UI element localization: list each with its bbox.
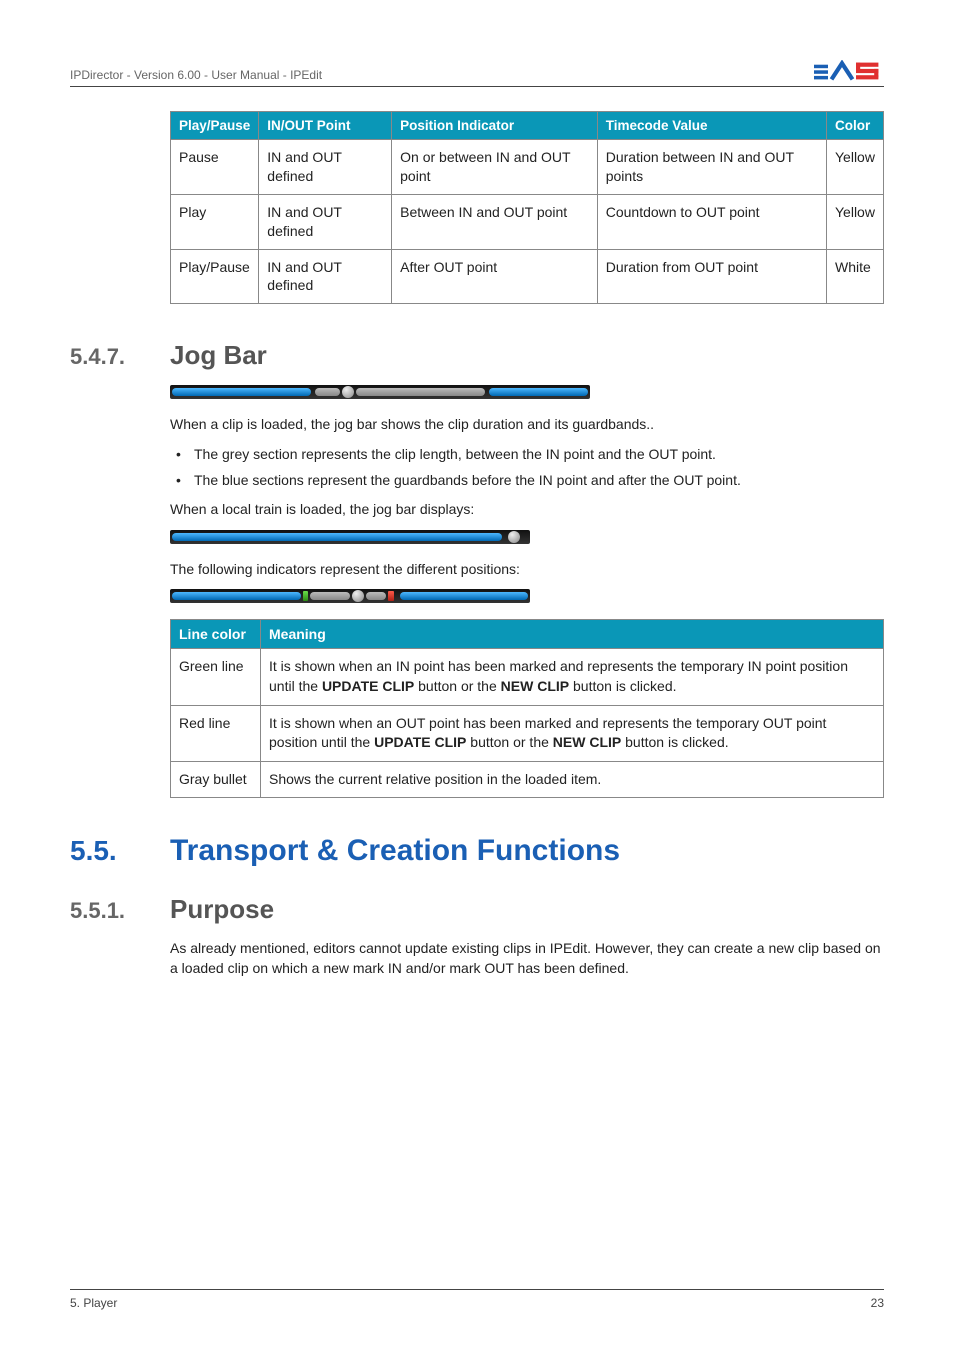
section-number: 5.4.7. xyxy=(70,344,170,370)
section-547-heading: 5.4.7. Jog Bar xyxy=(70,340,884,371)
footer-left: 5. Player xyxy=(70,1296,117,1310)
header-text: IPDirector - Version 6.00 - User Manual … xyxy=(70,68,322,82)
table-row: Play/Pause IN and OUT defined After OUT … xyxy=(171,249,884,304)
th: Color xyxy=(827,112,884,140)
table-row: Red line It is shown when an OUT point h… xyxy=(171,705,884,761)
table-row: Play IN and OUT defined Between IN and O… xyxy=(171,194,884,249)
jogbar-indicators-figure xyxy=(170,589,530,603)
linecolor-table: Line color Meaning Green line It is show… xyxy=(170,619,884,798)
section-55-heading: 5.5. Transport & Creation Functions xyxy=(70,834,884,868)
green-mark-icon xyxy=(303,591,309,601)
table-row: Gray bullet Shows the current relative p… xyxy=(171,761,884,798)
bullet-list: The grey section represents the clip len… xyxy=(170,445,884,490)
section-number: 5.5. xyxy=(70,835,170,867)
paragraph: When a local train is loaded, the jog ba… xyxy=(170,500,884,520)
paragraph: As already mentioned, editors cannot upd… xyxy=(170,939,884,978)
th: Line color xyxy=(171,620,261,649)
table-row: Green line It is shown when an IN point … xyxy=(171,649,884,705)
list-item: The grey section represents the clip len… xyxy=(170,445,884,465)
page-footer: 5. Player 23 xyxy=(70,1289,884,1310)
th: Play/Pause xyxy=(171,112,259,140)
th: IN/OUT Point xyxy=(259,112,392,140)
section-551-heading: 5.5.1. Purpose xyxy=(70,894,884,925)
paragraph: The following indicators represent the d… xyxy=(170,560,884,580)
section-number: 5.5.1. xyxy=(70,898,170,924)
th: Meaning xyxy=(261,620,884,649)
page-header: IPDirector - Version 6.00 - User Manual … xyxy=(70,60,884,87)
evs-logo xyxy=(814,60,884,82)
section-title: Transport & Creation Functions xyxy=(170,834,620,868)
jogbar-train-figure xyxy=(170,530,530,544)
th: Position Indicator xyxy=(392,112,598,140)
section-title: Jog Bar xyxy=(170,340,267,371)
table-row: Pause IN and OUT defined On or between I… xyxy=(171,140,884,195)
jogbar-clip-figure xyxy=(170,385,590,399)
list-item: The blue sections represent the guardban… xyxy=(170,471,884,491)
footer-page-number: 23 xyxy=(871,1296,884,1310)
section-title: Purpose xyxy=(170,894,274,925)
red-mark-icon xyxy=(388,591,394,601)
paragraph: When a clip is loaded, the jog bar shows… xyxy=(170,415,884,435)
th: Timecode Value xyxy=(597,112,826,140)
timecode-table: Play/Pause IN/OUT Point Position Indicat… xyxy=(170,111,884,304)
